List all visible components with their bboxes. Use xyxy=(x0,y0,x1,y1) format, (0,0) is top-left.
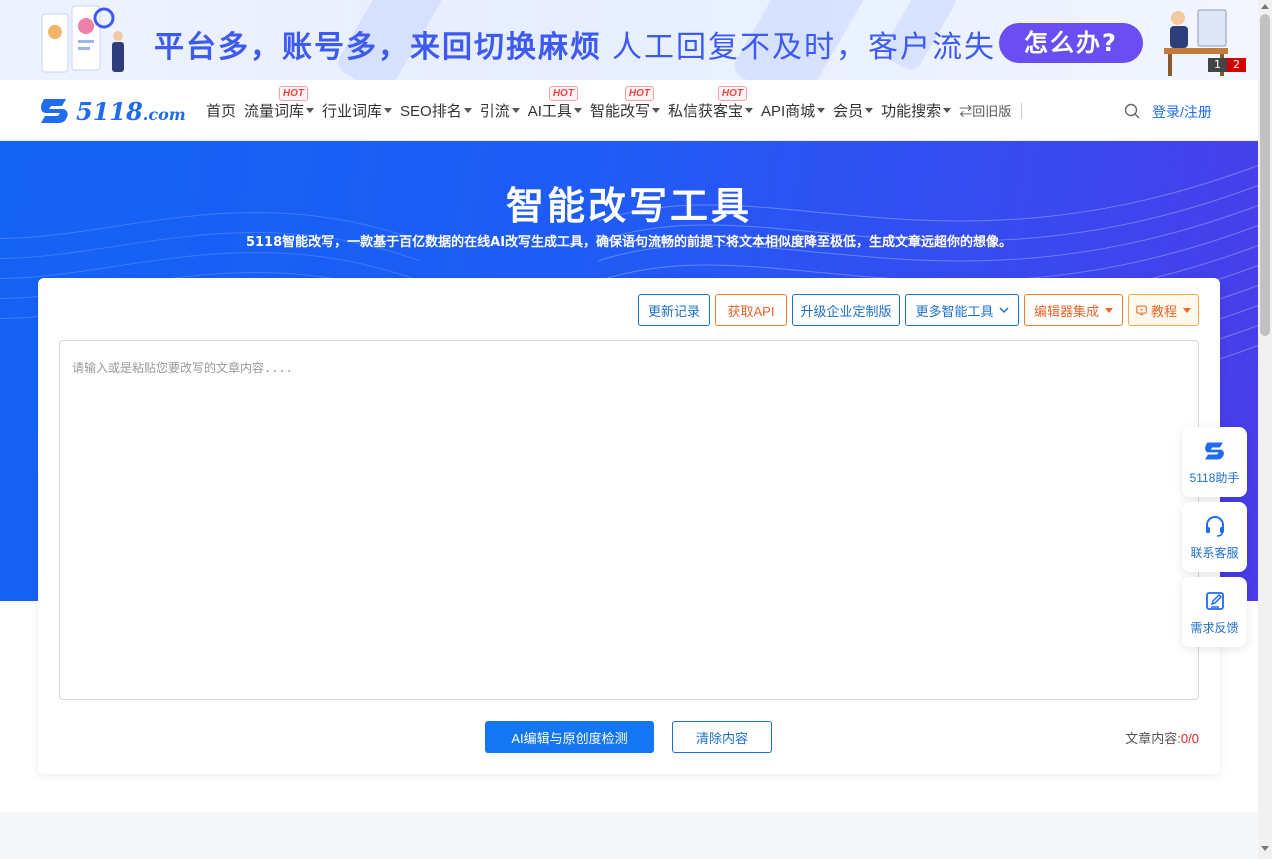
article-word-count: 文章内容:0/0 xyxy=(1125,731,1199,746)
footer-band xyxy=(0,812,1258,859)
search-icon[interactable] xyxy=(1124,103,1140,119)
caret-down-icon xyxy=(1183,307,1191,313)
scrollbar-thumb[interactable] xyxy=(1260,14,1270,336)
chevron-down-icon xyxy=(511,108,520,113)
scroll-up-arrow-icon[interactable] xyxy=(1261,4,1269,9)
chevron-down-icon xyxy=(865,108,874,113)
banner-page-1[interactable]: 1 xyxy=(1208,58,1227,72)
chevron-down-icon xyxy=(744,108,753,113)
site-logo[interactable]: 5118.com xyxy=(38,96,186,126)
nav-item-feature-search[interactable]: 功能搜索 xyxy=(881,80,952,141)
page-subtitle: 5118智能改写，一款基于百亿数据的在线AI改写生成工具，确保语句流畅的前提下将… xyxy=(245,235,1013,250)
chevron-down-icon xyxy=(651,108,660,113)
customer-service-widget[interactable]: 联系客服 xyxy=(1182,502,1247,572)
nav-item-traffic-keywords[interactable]: 流量词库 HOT xyxy=(244,80,315,141)
article-input[interactable] xyxy=(59,340,1199,700)
top-ad-banner[interactable]: 平台多，账号多，来回切换麻烦 人工回复不及时，客户流失 怎么办? 1 2 xyxy=(0,0,1258,80)
tutorial-dropdown[interactable]: 教程 xyxy=(1128,294,1199,326)
banner-cta-button[interactable]: 怎么办? xyxy=(999,23,1143,63)
nav-item-traffic[interactable]: 引流 xyxy=(480,80,520,141)
logo-text: 5118.com xyxy=(76,96,186,126)
chevron-down-icon xyxy=(306,108,315,113)
logo-icon xyxy=(41,99,68,123)
nav-back-old-version[interactable]: ⇄回旧版 xyxy=(959,80,1011,141)
editor-integration-label: 编辑器集成 xyxy=(1033,303,1099,319)
page-title: 智能改写工具 xyxy=(505,184,752,228)
changelog-button[interactable]: 更新记录 xyxy=(638,294,710,326)
feedback-label: 需求反馈 xyxy=(1190,620,1239,635)
edit-feedback-icon xyxy=(1205,591,1224,610)
hot-badge: HOT xyxy=(548,86,578,101)
nav-item-smart-rewrite[interactable]: 智能改写 HOT xyxy=(590,80,660,141)
banner-illustration-left xyxy=(41,5,124,73)
nav-item-industry-keywords[interactable]: 行业词库 xyxy=(322,80,393,141)
page-scrollbar[interactable] xyxy=(1258,0,1272,859)
hot-badge: HOT xyxy=(278,86,309,101)
banner-pager: 1 2 xyxy=(1208,58,1246,72)
feedback-widget[interactable]: 需求反馈 xyxy=(1182,577,1247,647)
5118-logo-icon xyxy=(1204,442,1224,459)
nav-menu: 首页 流量词库 HOT 行业词库 SEO排名 引流 AI工具 HOT 智能改写 HOT… xyxy=(206,80,1023,141)
ai-edit-originality-check-button[interactable]: AI编辑与原创度检测 xyxy=(485,721,654,753)
hot-badge: HOT xyxy=(717,86,747,101)
get-api-button[interactable]: 获取API xyxy=(715,294,787,326)
chevron-down-icon xyxy=(943,108,952,113)
hot-badge: HOT xyxy=(624,86,654,101)
nav-item-ai-tools[interactable]: AI工具 HOT xyxy=(528,80,582,141)
clear-content-button[interactable]: 清除内容 xyxy=(672,721,772,753)
headset-icon xyxy=(1205,515,1224,537)
scroll-down-arrow-icon[interactable] xyxy=(1261,846,1269,851)
chevron-down-icon xyxy=(463,108,472,113)
nav-item-api-store[interactable]: API商城 xyxy=(761,80,826,141)
chevron-down-icon xyxy=(384,108,393,113)
tutorial-icon xyxy=(1136,305,1147,316)
tutorial-label: 教程 xyxy=(1150,303,1177,319)
nav-item-private-message[interactable]: 私信获客宝 HOT xyxy=(668,80,753,141)
banner-page-2[interactable]: 2 xyxy=(1227,58,1246,72)
chevron-down-icon xyxy=(817,108,826,113)
chevron-down-icon xyxy=(998,307,1009,314)
editor-integration-dropdown[interactable]: 编辑器集成 xyxy=(1024,294,1123,326)
rewrite-card: 更新记录 获取API 升级企业定制版 更多智能工具 编辑器集成 教程 AI编辑与… xyxy=(38,278,1220,774)
banner-headline-right: 人工回复不及时，客户流失 xyxy=(612,30,996,65)
more-tools-label: 更多智能工具 xyxy=(915,303,994,319)
customer-service-label: 联系客服 xyxy=(1190,545,1239,560)
card-toolbar: 更新记录 获取API 升级企业定制版 更多智能工具 编辑器集成 教程 xyxy=(638,294,1199,326)
nav-divider xyxy=(1021,102,1023,119)
assistant-widget[interactable]: 5118助手 xyxy=(1182,427,1247,497)
chevron-down-icon xyxy=(573,108,582,113)
nav-item-seo-ranking[interactable]: SEO排名 xyxy=(400,80,472,141)
main-nav: 5118.com 首页 流量词库 HOT 行业词库 SEO排名 引流 AI工具 HO… xyxy=(0,80,1258,141)
assistant-label: 5118助手 xyxy=(1189,470,1240,485)
login-register-link[interactable]: 登录/注册 xyxy=(1152,102,1212,122)
nav-item-membership[interactable]: 会员 xyxy=(833,80,874,141)
more-tools-dropdown[interactable]: 更多智能工具 xyxy=(905,294,1019,326)
nav-item-home[interactable]: 首页 xyxy=(206,80,236,141)
banner-headline-left: 平台多，账号多，来回切换麻烦 xyxy=(154,30,602,65)
caret-down-icon xyxy=(1105,307,1113,313)
enterprise-upgrade-button[interactable]: 升级企业定制版 xyxy=(792,294,900,326)
